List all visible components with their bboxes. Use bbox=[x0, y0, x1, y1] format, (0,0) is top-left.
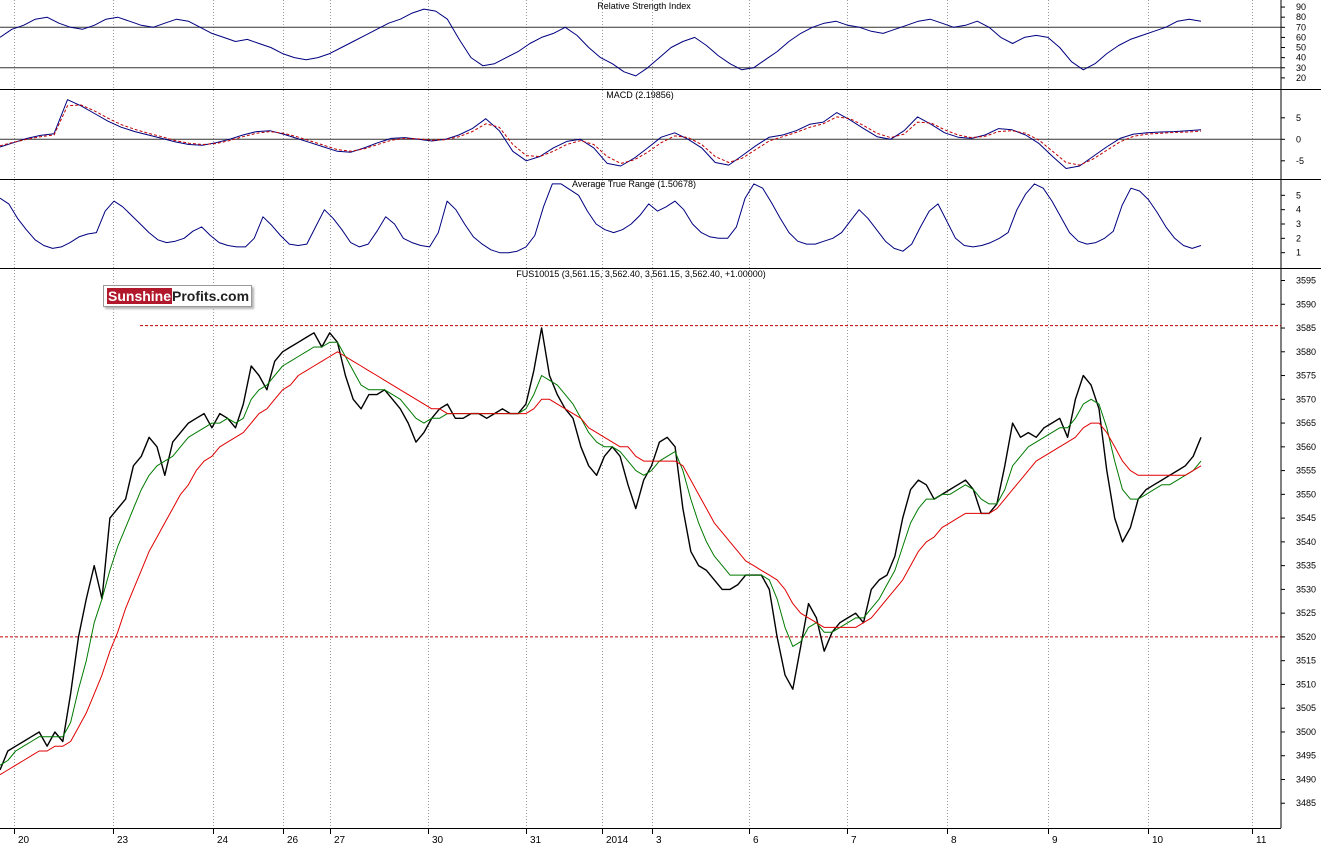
price-ytick-label: 3525 bbox=[1296, 608, 1316, 618]
price-ytick-label: 3560 bbox=[1296, 442, 1316, 452]
rsi-title: Relative Strength Index bbox=[597, 1, 691, 11]
rsi-ytick-label: 50 bbox=[1296, 43, 1306, 53]
price-ytick-label: 3490 bbox=[1296, 774, 1316, 784]
sunshine-profits-logo: Sunshine Profits.com bbox=[103, 285, 252, 307]
macd-ytick-label: 5 bbox=[1296, 113, 1301, 123]
price-ytick-label: 3500 bbox=[1296, 727, 1316, 737]
rsi-ytick-label: 80 bbox=[1296, 12, 1306, 22]
x-tick-label: 26 bbox=[287, 835, 299, 844]
x-tick-label: 20 bbox=[18, 835, 30, 844]
price-ytick-label: 3570 bbox=[1296, 394, 1316, 404]
macd-ytick-label: -5 bbox=[1296, 156, 1304, 166]
x-tick-label: 24 bbox=[217, 835, 229, 844]
atr-ytick-label: 2 bbox=[1296, 233, 1301, 243]
price-ytick-label: 3530 bbox=[1296, 584, 1316, 594]
rsi-ytick-label: 30 bbox=[1296, 63, 1306, 73]
atr-ytick-label: 4 bbox=[1296, 205, 1301, 215]
price-ytick-label: 3555 bbox=[1296, 466, 1316, 476]
price-ytick-label: 3485 bbox=[1296, 798, 1316, 808]
price-ytick-label: 3590 bbox=[1296, 299, 1316, 309]
atr-ytick-label: 3 bbox=[1296, 219, 1301, 229]
price-ytick-label: 3585 bbox=[1296, 323, 1316, 333]
price-ytick-label: 3495 bbox=[1296, 751, 1316, 761]
x-tick-label: 30 bbox=[432, 835, 444, 844]
x-tick-label: 7 bbox=[851, 835, 857, 844]
price-ytick-label: 3580 bbox=[1296, 347, 1316, 357]
x-tick-label: 31 bbox=[530, 835, 542, 844]
price-ytick-label: 3545 bbox=[1296, 513, 1316, 523]
atr-ytick-label: 1 bbox=[1296, 248, 1301, 258]
x-tick-label: 6 bbox=[753, 835, 759, 844]
price-ytick-label: 3595 bbox=[1296, 276, 1316, 286]
price-ytick-label: 3575 bbox=[1296, 371, 1316, 381]
logo-part-profits: Profits.com bbox=[172, 288, 250, 304]
price-ytick-label: 3535 bbox=[1296, 561, 1316, 571]
price-ytick-label: 3565 bbox=[1296, 418, 1316, 428]
price-ytick-label: 3510 bbox=[1296, 679, 1316, 689]
rsi-ytick-label: 60 bbox=[1296, 32, 1306, 42]
panel-frames bbox=[0, 0, 1321, 844]
x-tick-label: 10 bbox=[1152, 835, 1164, 844]
atr-ytick-label: 5 bbox=[1296, 190, 1301, 200]
chart-canvas: 2030405060708090-50512345348534903495350… bbox=[0, 0, 1321, 844]
atr-title: Average True Range (1.50678) bbox=[572, 179, 696, 189]
macd-title: MACD (2.19856) bbox=[606, 90, 674, 100]
x-tick-label: 2014 bbox=[606, 835, 629, 844]
x-tick-label: 8 bbox=[951, 835, 957, 844]
rsi-ytick-label: 20 bbox=[1296, 73, 1306, 83]
price-ytick-label: 3550 bbox=[1296, 489, 1316, 499]
rsi-ytick-label: 90 bbox=[1296, 2, 1306, 12]
x-tick-label: 23 bbox=[117, 835, 129, 844]
price-ytick-label: 3520 bbox=[1296, 632, 1316, 642]
rsi-ytick-label: 70 bbox=[1296, 22, 1306, 32]
logo-part-sunshine: Sunshine bbox=[107, 288, 173, 304]
x-tick-label: 27 bbox=[334, 835, 346, 844]
price-ytick-label: 3515 bbox=[1296, 656, 1316, 666]
x-tick-label: 11 bbox=[1256, 835, 1267, 844]
price-title: FUS10015 (3,561.15, 3,562.40, 3,561.15, … bbox=[516, 269, 765, 279]
x-tick-label: 9 bbox=[1052, 835, 1058, 844]
price-ytick-label: 3540 bbox=[1296, 537, 1316, 547]
macd-ytick-label: 0 bbox=[1296, 134, 1301, 144]
rsi-ytick-label: 40 bbox=[1296, 53, 1306, 63]
x-tick-label: 3 bbox=[656, 835, 662, 844]
plot-background bbox=[0, 0, 1281, 844]
price-ytick-label: 3505 bbox=[1296, 703, 1316, 713]
